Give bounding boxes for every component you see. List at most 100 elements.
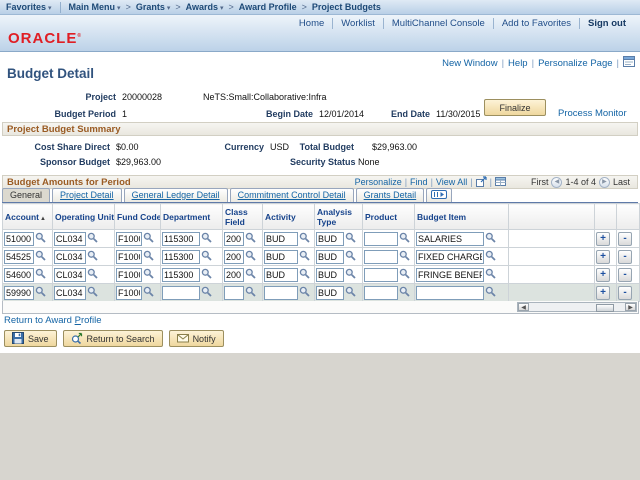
lookup-icon[interactable] [35, 286, 46, 299]
activity-input[interactable] [264, 250, 298, 264]
return-to-award-profile-link[interactable]: Return to Award Profile [4, 315, 102, 326]
analysis-type-input[interactable] [316, 232, 344, 246]
signout-link[interactable]: Sign out [579, 18, 634, 29]
tab-project-detail[interactable]: Project Detail [52, 188, 122, 202]
lookup-icon[interactable] [143, 250, 154, 263]
breadcrumb-grants[interactable]: Grants▾ [136, 2, 171, 12]
analysis-type-input[interactable] [316, 268, 344, 282]
lookup-icon[interactable] [485, 232, 496, 245]
lookup-icon[interactable] [485, 286, 496, 299]
scrollbar-thumb[interactable] [596, 304, 614, 312]
department-input[interactable] [162, 268, 200, 282]
class-field-input[interactable] [224, 286, 244, 300]
account-input[interactable] [4, 232, 34, 246]
grid-download-icon[interactable] [495, 176, 506, 189]
grid-zoom-icon[interactable] [476, 176, 487, 189]
lookup-icon[interactable] [143, 268, 154, 281]
analysis-type-input[interactable] [316, 250, 344, 264]
add-row-button[interactable]: + [596, 286, 610, 300]
lookup-icon[interactable] [35, 268, 46, 281]
product-input[interactable] [364, 268, 398, 282]
department-input[interactable] [162, 250, 200, 264]
view-all-link[interactable]: View All [436, 177, 467, 187]
fund-code-input[interactable] [116, 268, 142, 282]
find-link[interactable]: Find [410, 177, 428, 187]
delete-row-button[interactable]: - [618, 268, 632, 282]
product-input[interactable] [364, 250, 398, 264]
delete-row-button[interactable]: - [618, 250, 632, 264]
operating-unit-input[interactable] [54, 232, 86, 246]
return-to-search-button[interactable]: Return to Search [63, 330, 163, 347]
column-header-fund-code[interactable]: Fund Code [115, 204, 161, 230]
lookup-icon[interactable] [399, 232, 410, 245]
tab-grants-detail[interactable]: Grants Detail [356, 188, 425, 202]
budget-item-input[interactable] [416, 250, 484, 264]
lookup-icon[interactable] [245, 250, 256, 263]
lookup-icon[interactable] [299, 232, 310, 245]
column-header-operating-unit[interactable]: Operating Unit [53, 204, 115, 230]
lookup-icon[interactable] [299, 250, 310, 263]
budget-item-input[interactable] [416, 268, 484, 282]
breadcrumb-favorites[interactable]: Favorites▾ [6, 2, 52, 12]
activity-input[interactable] [264, 268, 298, 282]
show-all-columns-icon[interactable] [426, 188, 452, 202]
lookup-icon[interactable] [87, 250, 98, 263]
save-button[interactable]: Save [4, 330, 57, 347]
account-input[interactable] [4, 250, 34, 264]
process-monitor-link[interactable]: Process Monitor [558, 108, 627, 119]
lookup-icon[interactable] [201, 232, 212, 245]
operating-unit-input[interactable] [54, 268, 86, 282]
scroll-left-icon[interactable]: ◀ [518, 303, 529, 311]
header-link-add-to-favorites[interactable]: Add to Favorites [493, 18, 579, 29]
lookup-icon[interactable] [399, 250, 410, 263]
pagebar-link-help[interactable]: Help [508, 58, 528, 69]
pagination-first[interactable]: First [531, 177, 549, 187]
pagination-last[interactable]: Last [613, 177, 630, 187]
department-input[interactable] [162, 286, 200, 300]
lookup-icon[interactable] [87, 268, 98, 281]
finalize-button[interactable]: Finalize [484, 99, 546, 116]
lookup-icon[interactable] [345, 232, 356, 245]
column-header-activity[interactable]: Activity [263, 204, 315, 230]
breadcrumb-awards[interactable]: Awards▾ [186, 2, 224, 12]
previous-rows-icon[interactable]: ◀ [551, 177, 562, 188]
account-input[interactable] [4, 286, 34, 300]
lookup-icon[interactable] [345, 268, 356, 281]
delete-row-button[interactable]: - [618, 232, 632, 246]
header-link-multichannel-console[interactable]: MultiChannel Console [383, 18, 493, 29]
column-header-analysis-type[interactable]: Analysis Type [315, 204, 363, 230]
header-link-worklist[interactable]: Worklist [332, 18, 383, 29]
lookup-icon[interactable] [143, 286, 154, 299]
budget-item-input[interactable] [416, 286, 484, 300]
fund-code-input[interactable] [116, 250, 142, 264]
lookup-icon[interactable] [345, 286, 356, 299]
column-header-class-field[interactable]: Class Field [223, 204, 263, 230]
lookup-icon[interactable] [35, 232, 46, 245]
product-input[interactable] [364, 286, 398, 300]
add-row-button[interactable]: + [596, 268, 610, 282]
lookup-icon[interactable] [87, 286, 98, 299]
fund-code-input[interactable] [116, 286, 142, 300]
lookup-icon[interactable] [143, 232, 154, 245]
account-input[interactable] [4, 268, 34, 282]
lookup-icon[interactable] [245, 232, 256, 245]
add-row-button[interactable]: + [596, 250, 610, 264]
column-header-budget-item[interactable]: Budget Item [415, 204, 509, 230]
lookup-icon[interactable] [201, 268, 212, 281]
lookup-icon[interactable] [245, 286, 256, 299]
lookup-icon[interactable] [299, 286, 310, 299]
class-field-input[interactable] [224, 250, 244, 264]
analysis-type-input[interactable] [316, 286, 344, 300]
tab-commitment-control-detail[interactable]: Commitment Control Detail [230, 188, 354, 202]
product-input[interactable] [364, 232, 398, 246]
breadcrumb-main-menu[interactable]: Main Menu▾ [69, 2, 121, 12]
lookup-icon[interactable] [245, 268, 256, 281]
page-url-icon[interactable] [623, 56, 635, 70]
department-input[interactable] [162, 232, 200, 246]
lookup-icon[interactable] [299, 268, 310, 281]
budget-item-input[interactable] [416, 232, 484, 246]
lookup-icon[interactable] [201, 286, 212, 299]
personalize-link[interactable]: Personalize [355, 177, 402, 187]
header-link-home[interactable]: Home [291, 18, 332, 29]
class-field-input[interactable] [224, 232, 244, 246]
